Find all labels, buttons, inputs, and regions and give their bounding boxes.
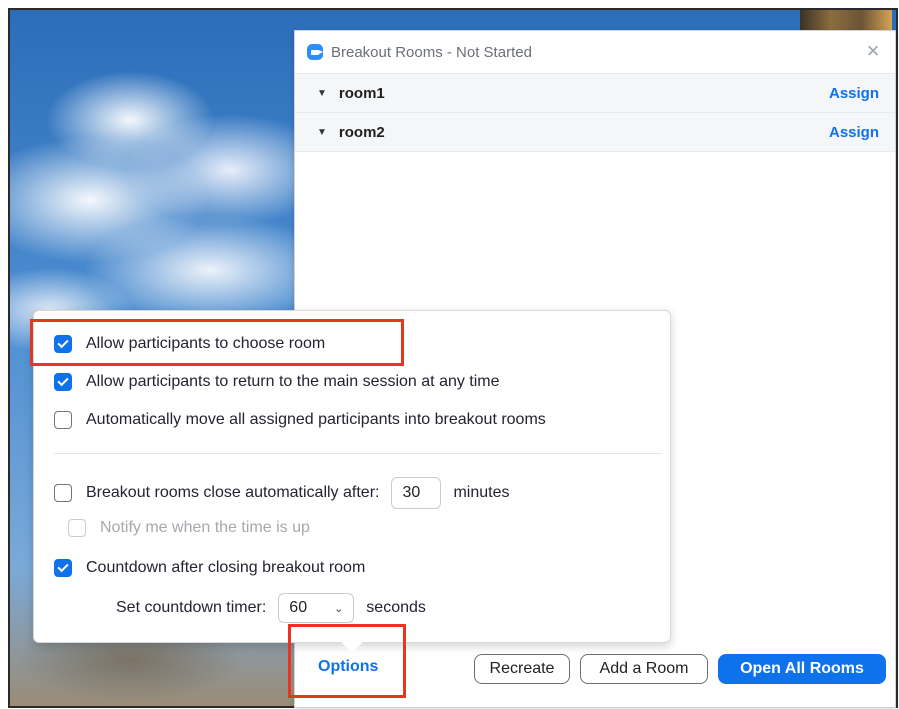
room-name: room1 bbox=[338, 84, 385, 102]
window-title: Breakout Rooms - Not Started bbox=[331, 43, 532, 61]
zoom-logo-icon bbox=[307, 44, 323, 60]
assign-button-room1[interactable]: Assign bbox=[829, 85, 879, 102]
auto-move-checkbox[interactable] bbox=[54, 411, 72, 429]
room-row-room2[interactable]: ▼ room2 Assign bbox=[295, 113, 895, 152]
caret-down-icon[interactable]: ▼ bbox=[317, 127, 327, 138]
close-auto-checkbox[interactable] bbox=[54, 484, 72, 502]
add-room-button[interactable]: Add a Room bbox=[580, 654, 708, 684]
open-all-rooms-button[interactable]: Open All Rooms bbox=[718, 654, 886, 684]
countdown-checkbox[interactable] bbox=[54, 559, 72, 577]
timer-value: 60 bbox=[289, 599, 308, 616]
close-icon[interactable]: × bbox=[861, 39, 885, 63]
countdown-timer-select[interactable]: 60 ⌄ bbox=[278, 593, 355, 623]
window-titlebar: Breakout Rooms - Not Started × bbox=[295, 31, 895, 74]
background-building bbox=[800, 10, 892, 32]
countdown-option[interactable]: Countdown after closing breakout room bbox=[54, 559, 365, 577]
notify-label: Notify me when the time is up bbox=[100, 519, 310, 536]
allow-return-option[interactable]: Allow participants to return to the main… bbox=[54, 373, 500, 391]
notify-checkbox bbox=[68, 519, 86, 537]
room-row-room1[interactable]: ▼ room1 Assign bbox=[295, 74, 895, 113]
set-timer-label: Set countdown timer: bbox=[116, 599, 267, 616]
close-auto-label: Breakout rooms close automatically after… bbox=[86, 484, 380, 501]
room-name: room2 bbox=[338, 123, 385, 141]
recreate-button[interactable]: Recreate bbox=[474, 654, 570, 684]
allow-return-label: Allow participants to return to the main… bbox=[86, 373, 500, 390]
allow-return-checkbox[interactable] bbox=[54, 373, 72, 391]
countdown-timer-row: Set countdown timer: 60 ⌄ seconds bbox=[116, 593, 426, 623]
highlight-box-options bbox=[288, 624, 406, 698]
caret-down-icon[interactable]: ▼ bbox=[317, 88, 327, 99]
close-minutes-input[interactable]: 30 bbox=[391, 477, 442, 509]
notify-option: Notify me when the time is up bbox=[68, 519, 310, 537]
chevron-down-icon: ⌄ bbox=[334, 602, 344, 615]
auto-move-label: Automatically move all assigned particip… bbox=[86, 411, 546, 428]
seconds-label: seconds bbox=[366, 599, 426, 616]
assign-button-room2[interactable]: Assign bbox=[829, 124, 879, 141]
countdown-label: Countdown after closing breakout room bbox=[86, 559, 366, 576]
divider bbox=[54, 453, 662, 454]
close-auto-option[interactable]: Breakout rooms close automatically after… bbox=[54, 477, 510, 509]
minutes-label: minutes bbox=[453, 484, 510, 501]
auto-move-option[interactable]: Automatically move all assigned particip… bbox=[54, 411, 546, 429]
highlight-box-allow-choose bbox=[30, 319, 404, 366]
